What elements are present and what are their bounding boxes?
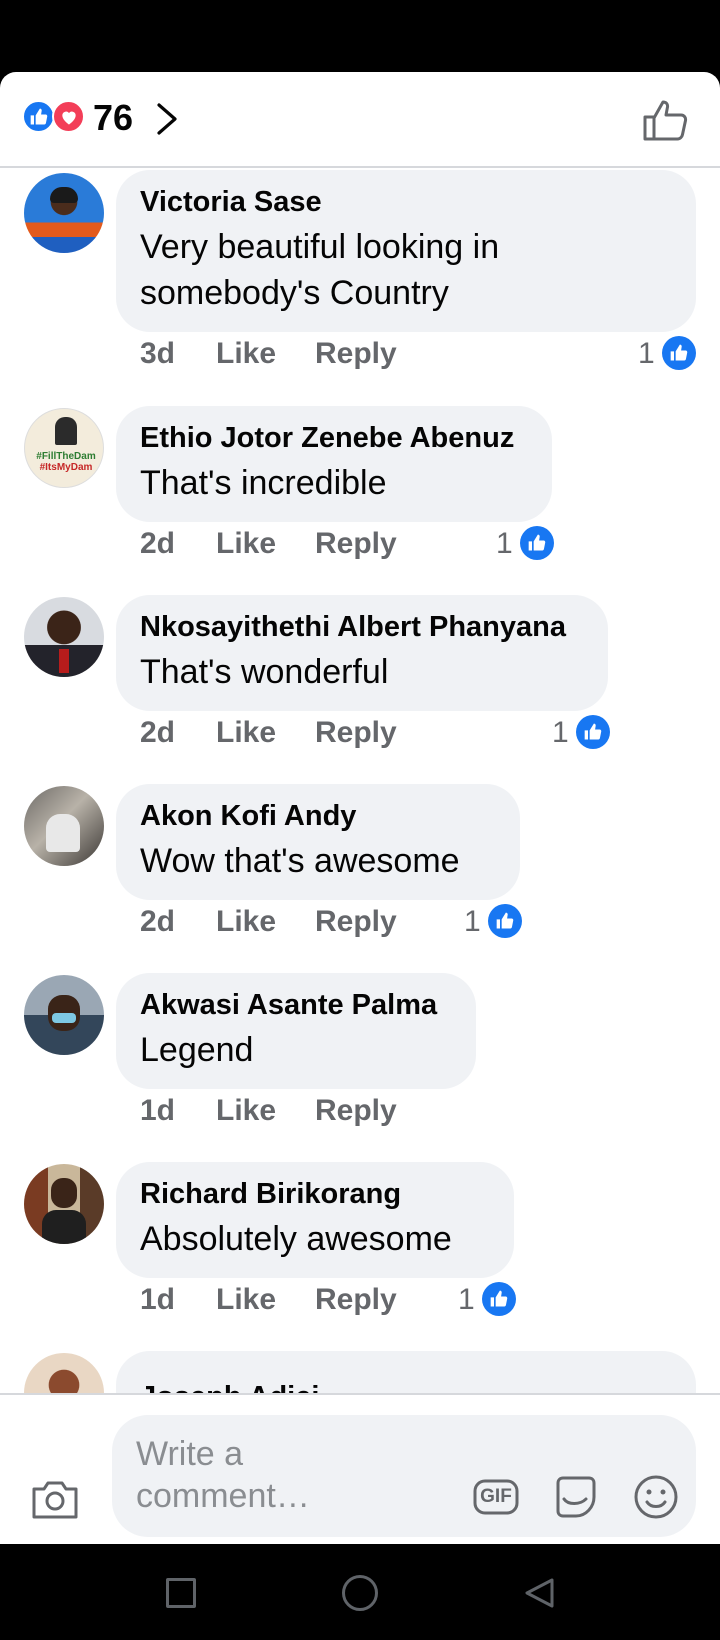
comments-list: Victoria Sase Very beautiful looking in …: [0, 170, 720, 1464]
comment-reaction[interactable]: 1: [496, 524, 556, 564]
comment-input-placeholder[interactable]: Write a comment…: [136, 1433, 426, 1517]
comment-reaction[interactable]: 1: [638, 334, 698, 374]
like-link[interactable]: Like: [216, 334, 276, 374]
reply-link[interactable]: Reply: [315, 524, 397, 564]
comment-time[interactable]: 1d: [140, 1091, 175, 1131]
like-link[interactable]: Like: [216, 713, 276, 753]
like-reaction-icon: [482, 1282, 516, 1316]
like-link[interactable]: Like: [216, 524, 276, 564]
comment-time[interactable]: 2d: [140, 713, 175, 753]
like-reaction-icon: [488, 904, 522, 938]
comment-actions: 1d Like Reply 1: [140, 1280, 540, 1320]
reaction-count: 1: [552, 716, 569, 749]
comment-bubble[interactable]: Nkosayithethi Albert Phanyana That's won…: [116, 595, 608, 711]
comment-text: Wow that's awesome: [140, 842, 460, 880]
comment-author[interactable]: Nkosayithethi Albert Phanyana: [140, 609, 584, 645]
chevron-right-icon[interactable]: [154, 102, 180, 136]
comment-author[interactable]: Richard Birikorang: [140, 1176, 490, 1212]
reaction-count: 1: [496, 527, 513, 560]
reply-link[interactable]: Reply: [315, 1091, 397, 1131]
comment-actions: 2d Like Reply 1: [140, 524, 560, 564]
comment-text: That's incredible: [140, 464, 387, 502]
avatar[interactable]: [24, 975, 104, 1055]
comment-bubble[interactable]: Ethio Jotor Zenebe Abenuz That's incredi…: [116, 406, 552, 522]
comment-time[interactable]: 2d: [140, 902, 175, 942]
avatar[interactable]: [24, 1164, 104, 1244]
comment-text: That's wonderful: [140, 653, 389, 691]
reaction-count[interactable]: 76: [93, 98, 133, 138]
comment-actions: 3d Like Reply 1: [140, 334, 700, 374]
comment-bubble[interactable]: Victoria Sase Very beautiful looking in …: [116, 170, 696, 332]
reaction-icons[interactable]: [22, 99, 86, 135]
like-reaction-icon: [576, 715, 610, 749]
emoji-icon[interactable]: [632, 1473, 680, 1521]
back-icon[interactable]: [522, 1576, 556, 1610]
comment-actions: 2d Like Reply 1: [140, 902, 540, 942]
gif-label: GIF: [480, 1486, 512, 1507]
like-link[interactable]: Like: [216, 902, 276, 942]
sticker-icon[interactable]: [552, 1473, 600, 1521]
like-reaction-icon: [662, 336, 696, 370]
avatar[interactable]: [24, 173, 104, 253]
comment-actions: 1d Like Reply: [140, 1091, 440, 1131]
comments-sheet: 76 Victoria Sase Very beautiful looking …: [0, 72, 720, 1544]
reply-link[interactable]: Reply: [315, 334, 397, 374]
comment-text: Legend: [140, 1031, 254, 1069]
like-link[interactable]: Like: [216, 1280, 276, 1320]
comment-author[interactable]: Victoria Sase: [140, 184, 672, 220]
comment-bubble[interactable]: Richard Birikorang Absolutely awesome: [116, 1162, 514, 1278]
love-reaction-icon: [52, 100, 85, 133]
avatar-hashtag: #FillTheDam: [36, 451, 96, 462]
reaction-count: 1: [458, 1283, 475, 1316]
comment-reaction[interactable]: 1: [552, 713, 612, 753]
reactions-header[interactable]: 76: [0, 72, 720, 168]
reply-link[interactable]: Reply: [315, 902, 397, 942]
reaction-count: 1: [638, 337, 655, 370]
avatar-hashtag: #ItsMyDam: [39, 462, 93, 473]
comment-author[interactable]: Akon Kofi Andy: [140, 798, 496, 834]
avatar[interactable]: [24, 597, 104, 677]
recent-apps-icon[interactable]: [166, 1578, 196, 1608]
comment-author[interactable]: Ethio Jotor Zenebe Abenuz: [140, 420, 528, 456]
gif-button[interactable]: GIF: [472, 1475, 520, 1519]
comment-reaction[interactable]: 1: [458, 1280, 518, 1320]
comment-composer: Write a comment… GIF: [0, 1395, 720, 1544]
comment-bubble[interactable]: Akwasi Asante Palma Legend: [116, 973, 476, 1089]
system-nav-bar: [0, 1544, 720, 1640]
comment-time[interactable]: 1d: [140, 1280, 175, 1320]
camera-icon[interactable]: [30, 1477, 80, 1521]
comment-author[interactable]: Akwasi Asante Palma: [140, 987, 452, 1023]
comment-input[interactable]: Write a comment… GIF: [112, 1415, 696, 1537]
comment-reaction[interactable]: 1: [464, 902, 524, 942]
like-reaction-icon: [22, 100, 55, 133]
like-link[interactable]: Like: [216, 1091, 276, 1131]
like-reaction-icon: [520, 526, 554, 560]
reaction-count: 1: [464, 905, 481, 938]
comment-text: Very beautiful looking in somebody's Cou…: [140, 228, 500, 312]
comment-bubble[interactable]: Akon Kofi Andy Wow that's awesome: [116, 784, 520, 900]
comment-text: Absolutely awesome: [140, 1220, 452, 1258]
reply-link[interactable]: Reply: [315, 713, 397, 753]
comment-time[interactable]: 2d: [140, 524, 175, 564]
home-icon[interactable]: [342, 1575, 378, 1611]
comment-actions: 2d Like Reply 1: [140, 713, 620, 753]
reply-link[interactable]: Reply: [315, 1280, 397, 1320]
avatar[interactable]: #FillTheDam #ItsMyDam: [24, 408, 104, 488]
avatar[interactable]: [24, 786, 104, 866]
status-bar: [0, 0, 720, 72]
comment-time[interactable]: 3d: [140, 334, 175, 374]
like-button-icon[interactable]: [642, 98, 688, 142]
